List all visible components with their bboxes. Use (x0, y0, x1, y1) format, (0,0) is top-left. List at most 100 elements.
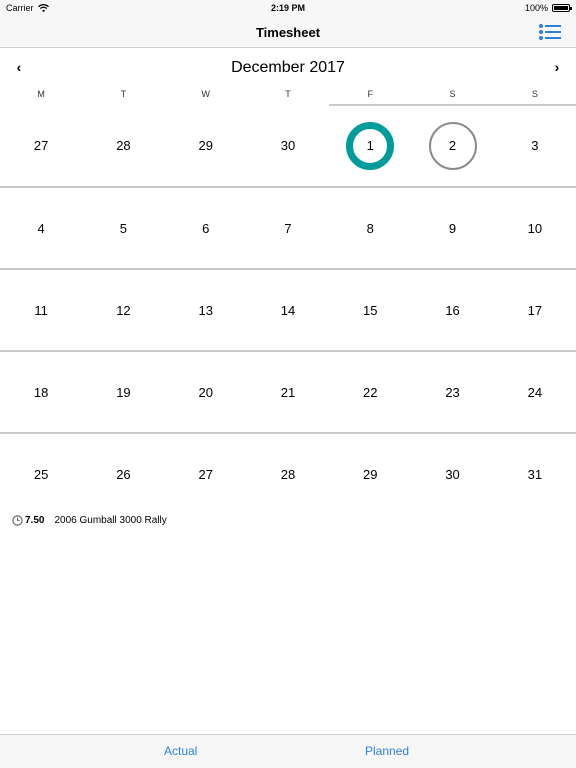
day-number: 27 (33, 138, 49, 153)
tab-planned[interactable]: Planned (365, 744, 409, 758)
list-view-button[interactable] (538, 22, 562, 42)
day-cell-selected[interactable]: 2 (411, 105, 493, 187)
day-number: 15 (363, 303, 378, 318)
day-cell[interactable]: 21 (247, 352, 329, 434)
day-number: 31 (527, 467, 543, 482)
day-cell[interactable]: 17 (494, 270, 576, 352)
month-title: December 2017 (231, 59, 345, 76)
status-bar: Carrier 2:19 PM 100% (0, 0, 576, 16)
selected-day-number: 2 (428, 122, 477, 170)
day-number: 29 (363, 467, 378, 482)
day-cell[interactable]: 11 (0, 270, 82, 352)
day-cell[interactable]: 25 (0, 434, 82, 516)
weekday-label: S (531, 89, 538, 99)
day-number: 6 (202, 221, 210, 236)
day-cell[interactable]: 3 (494, 105, 576, 187)
day-cell[interactable]: 8 (329, 188, 411, 270)
day-cell[interactable]: 30 (411, 434, 493, 516)
day-number: 20 (198, 385, 213, 400)
day-number: 10 (527, 221, 543, 236)
day-cell-today[interactable]: 1 (329, 105, 411, 187)
week-row: 11 12 13 14 15 16 17 (0, 270, 576, 352)
day-number: 18 (33, 385, 49, 400)
day-number: 30 (445, 467, 460, 482)
day-number: 11 (34, 303, 48, 318)
day-cell[interactable]: 30 (247, 105, 329, 187)
day-number: 24 (527, 385, 543, 400)
page-title: Timesheet (255, 25, 321, 40)
day-cell[interactable]: 24 (494, 352, 576, 434)
day-number: 12 (116, 303, 131, 318)
day-cell[interactable]: 20 (165, 352, 247, 434)
day-number: 7 (284, 221, 292, 236)
day-cell[interactable]: 13 (165, 270, 247, 352)
battery-fill (554, 6, 568, 10)
day-number: 5 (119, 221, 128, 236)
tab-actual[interactable]: Actual (164, 744, 197, 758)
day-number: 8 (366, 221, 374, 236)
week-row: 4 5 6 7 8 9 10 (0, 188, 576, 270)
day-number: 22 (363, 385, 378, 400)
status-right: 100% (524, 3, 572, 13)
day-number: 9 (448, 221, 457, 236)
weekday-label: T (120, 89, 127, 99)
day-number: 17 (527, 303, 543, 318)
day-number: 30 (280, 138, 296, 153)
day-cell[interactable]: 28 (247, 434, 329, 516)
day-number: 14 (280, 303, 296, 318)
day-cell[interactable]: 10 (494, 188, 576, 270)
day-cell[interactable]: 26 (82, 434, 164, 516)
day-cell[interactable]: 29 (329, 434, 411, 516)
day-number: 16 (445, 303, 460, 318)
day-number: 23 (445, 385, 460, 400)
status-time: 2:19 PM (270, 3, 305, 13)
day-number: 3 (531, 138, 539, 153)
day-cell[interactable]: 27 (0, 105, 82, 187)
weekday-label: M (37, 89, 45, 99)
day-number: 19 (116, 385, 131, 400)
day-number: 29 (198, 138, 213, 153)
day-cell[interactable]: 28 (82, 105, 164, 187)
day-cell[interactable]: 15 (329, 270, 411, 352)
day-cell[interactable]: 7 (247, 188, 329, 270)
day-cell[interactable]: 6 (165, 188, 247, 270)
day-cell[interactable]: 9 (411, 188, 493, 270)
day-cell[interactable]: 4 (0, 188, 82, 270)
day-number: 28 (280, 467, 296, 482)
day-cell[interactable]: 12 (82, 270, 164, 352)
list-icon (539, 24, 561, 40)
clock-icon (12, 515, 23, 526)
day-cell[interactable]: 14 (247, 270, 329, 352)
day-cell[interactable]: 19 (82, 352, 164, 434)
day-cell[interactable]: 16 (411, 270, 493, 352)
weekday-label: S (449, 89, 456, 99)
day-number: 26 (116, 467, 131, 482)
day-number: 21 (280, 385, 296, 400)
month-header: ‹ December 2017 › (0, 52, 576, 82)
day-cell[interactable]: 18 (0, 352, 82, 434)
week-row: 27 28 29 30 1 2 3 (0, 105, 576, 187)
nav-bar: Timesheet (0, 16, 576, 48)
weekday-label: F (367, 89, 374, 99)
day-number: 13 (198, 303, 213, 318)
day-cell[interactable]: 5 (82, 188, 164, 270)
day-cell[interactable]: 27 (165, 434, 247, 516)
day-cell[interactable]: 29 (165, 105, 247, 187)
next-month-button[interactable]: › (547, 59, 567, 75)
day-cell[interactable]: 31 (494, 434, 576, 516)
battery-icon (552, 4, 572, 12)
entry-project: 2006 Gumball 3000 Rally (54, 515, 167, 526)
weekday-label: W (201, 89, 210, 99)
day-number: 28 (116, 138, 131, 153)
day-cell[interactable]: 23 (411, 352, 493, 434)
week-row: 18 19 20 21 22 23 24 (0, 352, 576, 434)
weekday-header: M T W T F S S (0, 89, 576, 99)
battery-percent: 100% (524, 3, 548, 13)
today-day-number: 1 (346, 122, 395, 170)
entry-hours: 7.50 (25, 515, 45, 526)
timesheet-entry[interactable]: 7.50 2006 Gumball 3000 Rally (12, 515, 167, 526)
weekday-label: T (285, 89, 291, 99)
day-cell[interactable]: 22 (329, 352, 411, 434)
week-row: 25 26 27 28 29 30 31 (0, 434, 576, 516)
day-number: 25 (33, 467, 49, 482)
